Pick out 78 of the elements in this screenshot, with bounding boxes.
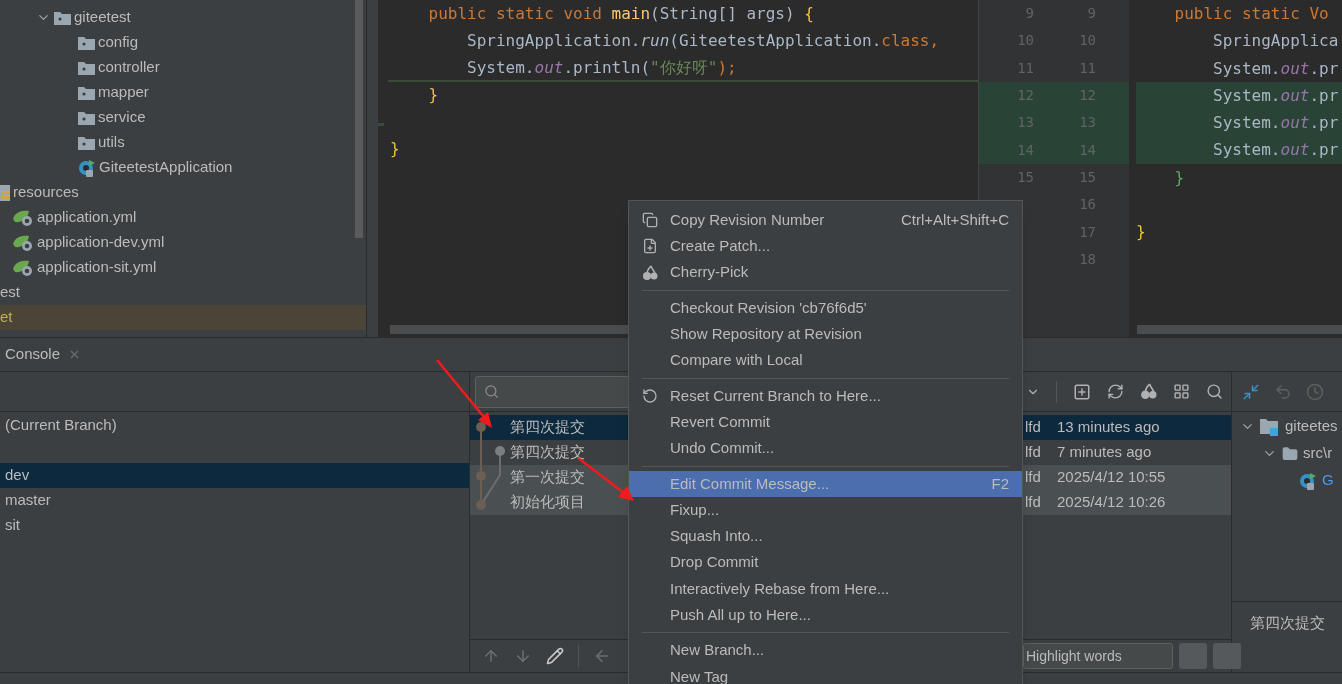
changed-file-label[interactable]: G — [1322, 469, 1334, 492]
branch-item[interactable]: dev — [0, 463, 469, 488]
menu-item[interactable]: Undo Commit... — [629, 435, 1022, 462]
code-line: System.out.pr — [1212, 58, 1339, 78]
tree-row[interactable]: est — [0, 280, 366, 305]
menu-item[interactable]: Cherry-Pick — [629, 259, 1022, 286]
highlight-words-field[interactable]: Highlight words — [1023, 643, 1173, 669]
menu-item[interactable]: Squash Into... — [629, 523, 1022, 550]
menu-item[interactable]: Checkout Revision 'cb76f6d5' — [629, 294, 1022, 322]
tree-label: config — [98, 32, 139, 53]
menu-item[interactable]: Interactively Rebase from Here... — [629, 575, 1022, 603]
tree-label: application-sit.yml — [37, 257, 157, 278]
menu-item[interactable]: Compare with Local — [629, 347, 1022, 374]
commit-date: 2025/4/12 10:55 — [1057, 467, 1166, 488]
code-line: System.out.println("你好呀"); — [466, 57, 738, 79]
tree-label: GiteetestApplication — [99, 157, 233, 178]
code-line: SpringApplication.run(GiteetestApplication.class, — [466, 30, 941, 52]
tree-row[interactable]: application-dev.yml — [0, 230, 366, 255]
commit-date: 2025/4/12 10:26 — [1057, 492, 1166, 513]
menu-item[interactable]: Create Patch... — [629, 233, 1022, 260]
commit-date: 7 minutes ago — [1057, 442, 1152, 463]
commit-message: 第四次提交 — [510, 418, 585, 436]
menu-item[interactable]: Fixup... — [629, 496, 1022, 524]
tree-label: application.yml — [37, 207, 137, 228]
tree-label: service — [98, 107, 146, 128]
branch-item[interactable]: master — [0, 488, 469, 513]
menu-item[interactable]: New Tag — [629, 663, 1022, 684]
commit-message: 初始化项目 — [510, 493, 585, 511]
menu-item[interactable]: Reset Current Branch to Here... — [629, 382, 1022, 410]
code-line: public static Vo — [1173, 4, 1329, 23]
tree-row[interactable]: service — [0, 105, 366, 130]
tree-label: utils — [98, 132, 125, 153]
tree-row[interactable]: application.yml — [0, 205, 366, 230]
tree-row[interactable]: resources — [0, 180, 366, 205]
menu-item[interactable]: Push All up to Here... — [629, 602, 1022, 629]
changed-file-label[interactable]: src\r — [1303, 442, 1333, 465]
shortcut-label: Ctrl+Alt+Shift+C — [901, 209, 1009, 230]
branch-item[interactable]: (Current Branch) — [0, 413, 469, 438]
tree-label: giteetest — [74, 7, 131, 28]
tree-row[interactable]: config — [0, 30, 366, 55]
commit-hash: lfd — [1025, 417, 1042, 438]
tree-row[interactable]: controller — [0, 55, 366, 80]
commit-message: 第一次提交 — [510, 468, 585, 486]
code-line: } — [1173, 167, 1185, 187]
commit-date: 13 minutes ago — [1057, 417, 1160, 438]
tree-row[interactable]: utils — [0, 130, 366, 155]
menu-item[interactable]: New Branch... — [629, 637, 1022, 664]
tree-row[interactable]: application-sit.yml — [0, 255, 366, 280]
code-line: } — [390, 138, 401, 160]
console-tab[interactable]: Console — [5, 343, 61, 366]
commit-details-message: 第四次提交 — [1250, 613, 1325, 631]
commit-hash: lfd — [1025, 442, 1042, 463]
branch-item[interactable]: sit — [0, 513, 469, 538]
menu-item[interactable]: Revert Commit — [629, 409, 1022, 436]
code-line: } — [427, 84, 440, 106]
tree-label: application-dev.yml — [37, 232, 165, 253]
code-line: } — [1136, 222, 1146, 242]
tree-label: mapper — [98, 82, 149, 103]
shortcut-label: F2 — [991, 473, 1009, 494]
code-line: System.out.pr — [1212, 113, 1339, 133]
tree-label: et — [0, 307, 13, 328]
changed-file-label[interactable]: giteetes — [1285, 415, 1338, 438]
tree-row[interactable]: et — [0, 305, 366, 330]
tree-row[interactable]: mapper — [0, 80, 366, 105]
tree-label: est — [0, 282, 20, 303]
menu-item[interactable]: Show Repository at Revision — [629, 321, 1022, 348]
tree-label: controller — [98, 57, 160, 78]
menu-item[interactable]: Drop Commit — [629, 549, 1022, 576]
tree-row[interactable]: GiteetestApplication — [0, 155, 366, 180]
code-line: System.out.pr — [1212, 85, 1339, 105]
code-line: public static void main(String[] args) { — [427, 3, 815, 25]
menu-item[interactable]: Copy Revision Number Ctrl+Alt+Shift+C — [629, 207, 1022, 234]
commit-hash: lfd — [1025, 492, 1042, 513]
tree-row[interactable]: giteetest — [0, 5, 366, 30]
code-line: System.out.pr — [1212, 140, 1339, 160]
code-line: SpringApplica — [1212, 31, 1339, 51]
tree-label: resources — [13, 182, 79, 203]
commit-hash: lfd — [1025, 467, 1042, 488]
